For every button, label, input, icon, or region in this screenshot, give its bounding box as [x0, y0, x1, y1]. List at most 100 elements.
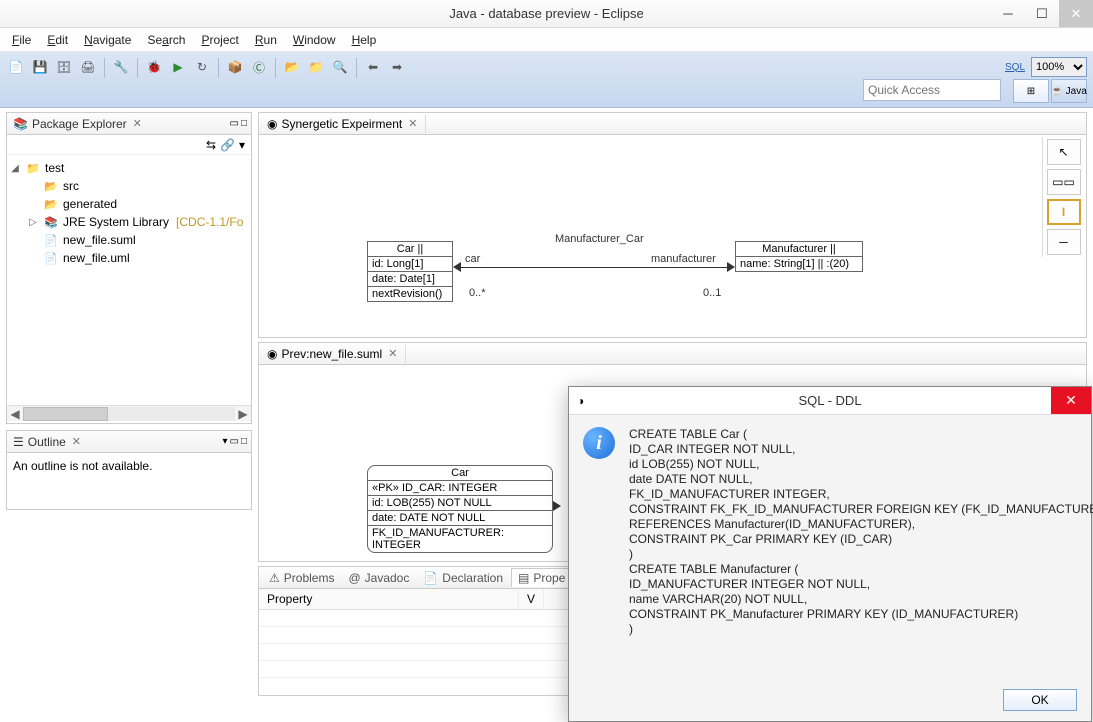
search-icon[interactable]: 🔍 [331, 58, 349, 76]
link-editor-icon[interactable]: 🔗 [220, 138, 235, 152]
tree-node-src[interactable]: 📂 src [9, 177, 249, 195]
source-folder-icon: 📂 [43, 196, 59, 212]
run-last-icon[interactable]: ↻ [193, 58, 211, 76]
package-explorer-tab[interactable]: 📚 Package Explorer ✕ [7, 115, 148, 133]
menu-navigate[interactable]: Navigate [78, 31, 137, 49]
collapse-icon[interactable]: ◢ [9, 163, 21, 174]
diagram-icon: ◉ [267, 347, 277, 361]
menu-file[interactable]: File [6, 31, 37, 49]
save-all-icon[interactable]: 🗄 [55, 58, 73, 76]
editor2-tab[interactable]: ◉ Prev:new_file.suml ✕ [259, 345, 406, 363]
new-icon[interactable]: 📄 [7, 58, 25, 76]
scroll-right-icon[interactable]: ▶ [235, 407, 251, 421]
expand-icon[interactable]: ▷ [27, 217, 39, 228]
editor2-tabbar: ◉ Prev:new_file.suml ✕ [259, 343, 1086, 365]
maximize-view-icon[interactable]: □ [241, 118, 247, 129]
tab-javadoc[interactable]: @Javadoc [342, 569, 415, 587]
zoom-select[interactable]: 100% [1031, 57, 1087, 77]
menu-bar: File Edit Navigate Search Project Run Wi… [0, 28, 1093, 52]
nav-fwd-icon[interactable]: ➡ [388, 58, 406, 76]
outline-tab[interactable]: ☰ Outline ✕ [7, 433, 87, 451]
java-perspective-button[interactable]: ☕Java [1051, 79, 1087, 103]
properties-icon: ▤ [518, 571, 529, 585]
menu-run[interactable]: Run [249, 31, 283, 49]
view-menu-icon[interactable]: ▾ [239, 138, 245, 152]
print-icon[interactable]: 🖨 [79, 58, 97, 76]
menu-project[interactable]: Project [195, 31, 244, 49]
ok-button[interactable]: OK [1003, 689, 1077, 711]
package-tree[interactable]: ◢ 📁 test 📂 src 📂 generated ▷ 📚 JRE Syste… [7, 155, 251, 405]
tab-declaration[interactable]: 📄Declaration [417, 569, 509, 587]
uml-class-car-db[interactable]: Car «PK» ID_CAR: INTEGER id: LOB(255) NO… [367, 465, 553, 553]
tb-sep3 [218, 58, 219, 78]
dialog-close-button[interactable]: ✕ [1051, 387, 1091, 414]
col-property[interactable]: Property [259, 589, 519, 609]
source-folder-icon: 📂 [43, 178, 59, 194]
close-icon[interactable]: ✕ [133, 117, 142, 130]
sql-icon[interactable]: SQL [1006, 58, 1024, 76]
scroll-track[interactable] [23, 407, 235, 421]
outline-tabbar: ☰ Outline ✕ ▾ ▭ □ [7, 431, 251, 453]
tree-node-uml[interactable]: 📄 new_file.uml [9, 249, 249, 267]
uml-class-car[interactable]: Car || id: Long[1] date: Date[1] nextRev… [367, 241, 453, 302]
tab-problems[interactable]: ⚠Problems [263, 569, 340, 587]
tree-node-suml[interactable]: 📄 new_file.suml [9, 231, 249, 249]
menu-window[interactable]: Window [287, 31, 342, 49]
eclipse-icon: ◑ [577, 394, 584, 408]
collapse-all-icon[interactable]: ⇆ [206, 138, 216, 152]
palette: ↖ ▭▭ I ─ [1042, 137, 1084, 257]
close-button[interactable]: ✕ [1059, 0, 1093, 27]
open-perspective-button[interactable]: ⊞ [1013, 79, 1049, 103]
package-explorer-view: 📚 Package Explorer ✕ ▭ □ ⇆ 🔗 ▾ ◢ 📁 test [6, 112, 252, 424]
tree-label: new_file.suml [63, 233, 136, 247]
debug-icon[interactable]: 🐞 [145, 58, 163, 76]
tree-label: JRE System Library [63, 215, 169, 229]
close-icon[interactable]: ✕ [408, 117, 417, 130]
association-line[interactable] [455, 267, 733, 268]
open-task-icon[interactable]: 📁 [307, 58, 325, 76]
palette-select-icon[interactable]: ↖ [1047, 139, 1081, 165]
tb-sep5 [356, 58, 357, 78]
col-value[interactable]: V [519, 589, 544, 609]
tree-node-test[interactable]: ◢ 📁 test [9, 159, 249, 177]
arrow-head-right-icon [727, 262, 735, 272]
nav-back-icon[interactable]: ⬅ [364, 58, 382, 76]
palette-note-icon[interactable]: I [1047, 199, 1081, 225]
scroll-thumb[interactable] [23, 407, 108, 421]
tab-properties[interactable]: ▤Prope [511, 568, 572, 587]
tree-node-jre[interactable]: ▷ 📚 JRE System Library [CDC-1.1/Fo [9, 213, 249, 231]
editor2-tab-label: Prev:new_file.suml [281, 347, 382, 361]
menu-help[interactable]: Help [346, 31, 383, 49]
minimize-view-icon[interactable]: ▭ [230, 436, 239, 447]
uml-class-manufacturer[interactable]: Manufacturer || name: String[1] || :(20) [735, 241, 863, 272]
dialog-sql-text: CREATE TABLE Car ( ID_CAR INTEGER NOT NU… [629, 427, 1093, 637]
quick-access-input[interactable] [863, 79, 1001, 101]
maximize-button[interactable]: ☐ [1025, 0, 1059, 27]
dialog-titlebar[interactable]: ◑ SQL - DDL ✕ [569, 387, 1091, 415]
h-scrollbar[interactable]: ◀ ▶ [7, 405, 251, 421]
build-icon[interactable]: 🔧 [112, 58, 130, 76]
close-icon[interactable]: ✕ [388, 347, 397, 360]
editor1-tab[interactable]: ◉ Synergetic Expeirment ✕ [259, 115, 426, 133]
tree-node-generated[interactable]: 📂 generated [9, 195, 249, 213]
diagram-canvas-1[interactable]: ↖ ▭▭ I ─ Car || id: Long[1] date: Date[1… [259, 135, 1086, 335]
view-menu-icon[interactable]: ▾ [222, 436, 227, 447]
save-icon[interactable]: 💾 [31, 58, 49, 76]
tree-label-suffix: [CDC-1.1/Fo [176, 215, 243, 229]
editor1-tab-label: Synergetic Expeirment [281, 117, 402, 131]
new-class-icon[interactable]: Ⓒ [250, 58, 268, 76]
close-icon[interactable]: ✕ [72, 435, 81, 448]
open-type-icon[interactable]: 📂 [283, 58, 301, 76]
menu-search[interactable]: Search [141, 31, 191, 49]
new-package-icon[interactable]: 📦 [226, 58, 244, 76]
run-icon[interactable]: ▶ [169, 58, 187, 76]
minimize-view-icon[interactable]: ▭ [230, 118, 239, 129]
tree-label: test [45, 161, 64, 175]
palette-assoc-icon[interactable]: ─ [1047, 229, 1081, 255]
palette-class-icon[interactable]: ▭▭ [1047, 169, 1081, 195]
menu-edit[interactable]: Edit [41, 31, 74, 49]
scroll-left-icon[interactable]: ◀ [7, 407, 23, 421]
javadoc-icon: @ [348, 571, 360, 585]
minimize-button[interactable]: ─ [991, 0, 1025, 27]
maximize-view-icon[interactable]: □ [241, 436, 247, 447]
